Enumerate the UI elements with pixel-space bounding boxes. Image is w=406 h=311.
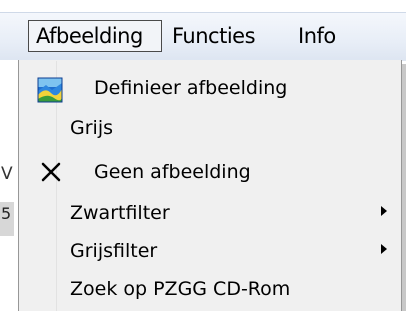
menu-item-zoek-op-pzgg-cd-rom[interactable]: Zoek op PZGG CD-Rom [19,270,401,310]
menu-functies[interactable]: Functies [172,21,256,51]
menu-item-zwartfilter[interactable]: Zwartfilter [19,194,401,234]
menu-item-label: Definieer afbeelding [94,77,288,99]
menu-item-label: Grijs [70,117,113,139]
menu-item-label: Grijsfilter [70,240,158,262]
x-mark-icon [41,162,61,182]
window-top-edge [0,0,406,12]
image-icon [37,77,63,103]
menu-info[interactable]: Info [298,21,336,51]
background-text-fragment: V [1,164,13,184]
menu-item-label: Zwartfilter [70,202,170,224]
submenu-arrow-icon [381,206,387,216]
menu-item-geen-afbeelding[interactable]: Geen afbeelding [19,153,401,193]
submenu-arrow-icon [381,244,387,254]
menu-item-label: Geen afbeelding [94,161,251,183]
menu-item-definieer-afbeelding[interactable]: Definieer afbeelding [19,69,401,109]
menu-item-grijs[interactable]: Grijs [19,109,401,149]
menu-afbeelding[interactable]: Afbeelding [28,20,162,52]
menu-item-label: Zoek op PZGG CD-Rom [70,278,291,300]
menu-item-grijsfilter[interactable]: Grijsfilter [19,232,401,272]
dropdown-shadow [402,64,406,311]
background-text-fragment: 5 [1,204,12,223]
background-window: V 5 [0,60,18,311]
